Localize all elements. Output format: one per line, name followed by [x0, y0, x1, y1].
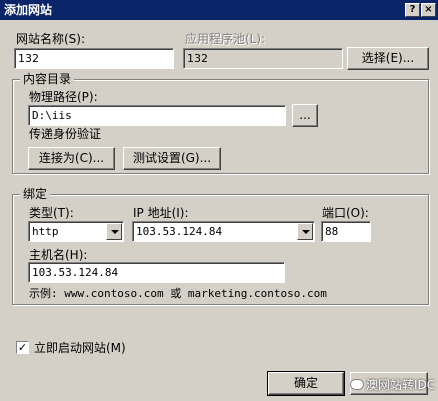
- ip-address-select[interactable]: 103.53.124.84: [132, 221, 315, 242]
- port-input[interactable]: 88: [321, 221, 371, 242]
- test-settings-button[interactable]: 测试设置(G)...: [123, 147, 221, 170]
- app-pool-label: 应用程序池(L):: [185, 32, 266, 46]
- select-pool-button[interactable]: 选择(E)...: [347, 47, 429, 70]
- window-title: 添加网站: [4, 3, 53, 17]
- physical-path-input[interactable]: D:\iis: [28, 105, 286, 126]
- type-label: 类型(T):: [29, 206, 74, 220]
- connect-as-button[interactable]: 连接为(C)...: [28, 147, 115, 170]
- site-name-input[interactable]: 132: [14, 48, 174, 69]
- start-site-checkbox[interactable]: ✓: [16, 341, 29, 354]
- binding-legend: 绑定: [20, 187, 51, 201]
- chevron-down-icon[interactable]: [297, 223, 313, 240]
- app-pool-field: 132: [183, 48, 343, 69]
- watermark: 澳网站转IDC: [350, 376, 435, 393]
- host-name-label: 主机名(H):: [29, 248, 88, 262]
- help-button[interactable]: ?: [405, 3, 420, 17]
- content-directory-legend: 内容目录: [20, 72, 75, 86]
- ip-address-value: 103.53.124.84: [136, 225, 223, 238]
- physical-path-label: 物理路径(P):: [29, 90, 98, 104]
- type-select[interactable]: http: [28, 221, 124, 242]
- pass-through-auth-label: 传递身份验证: [29, 127, 102, 141]
- watermark-text: 澳网站转IDC: [366, 378, 436, 392]
- close-button[interactable]: ×: [421, 3, 436, 17]
- start-site-label[interactable]: 立即启动网站(M): [34, 341, 126, 355]
- ip-address-label: IP 地址(I):: [133, 206, 189, 220]
- type-select-value: http: [32, 225, 59, 238]
- browse-path-button[interactable]: ...: [292, 104, 318, 127]
- ok-button[interactable]: 确定: [267, 371, 345, 396]
- title-bar: 添加网站: [0, 0, 438, 20]
- chevron-down-icon[interactable]: [106, 223, 122, 240]
- host-name-example: 示例: www.contoso.com 或 marketing.contoso.…: [29, 287, 327, 300]
- wechat-icon: [350, 379, 364, 390]
- host-name-input[interactable]: 103.53.124.84: [28, 262, 285, 283]
- port-label: 端口(O):: [322, 206, 369, 220]
- site-name-label: 网站名称(S):: [16, 32, 86, 46]
